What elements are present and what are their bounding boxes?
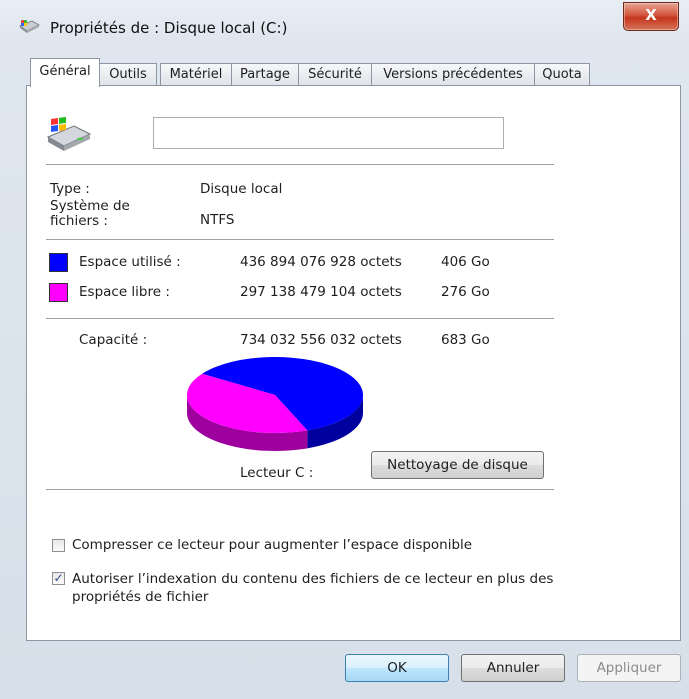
apply-button[interactable]: Appliquer bbox=[577, 654, 681, 682]
type-label: Type : bbox=[50, 181, 90, 197]
separator bbox=[46, 239, 554, 240]
free-space-bytes: 297 138 479 104 octets bbox=[240, 284, 402, 300]
filesystem-value: NTFS bbox=[200, 212, 235, 228]
ok-button[interactable]: OK bbox=[345, 654, 449, 682]
free-space-label: Espace libre : bbox=[79, 284, 170, 300]
used-space-label: Espace utilisé : bbox=[79, 254, 181, 270]
drive-name-input[interactable] bbox=[153, 117, 504, 149]
tab-quota[interactable]: Quota bbox=[534, 63, 590, 85]
indexing-checkbox[interactable]: ✓ bbox=[52, 572, 65, 585]
disk-cleanup-button[interactable]: Nettoyage de disque bbox=[371, 451, 544, 479]
check-mark-icon: ✓ bbox=[53, 571, 64, 585]
tab-partage[interactable]: Partage bbox=[231, 63, 299, 85]
tab-materiel[interactable]: Matériel bbox=[160, 63, 232, 85]
capacity-size: 683 Go bbox=[441, 332, 490, 348]
separator bbox=[46, 164, 554, 165]
drive-letter-label: Lecteur C : bbox=[240, 465, 314, 481]
indexing-label: Autoriser l’indexation du contenu des fi… bbox=[72, 571, 554, 605]
separator bbox=[46, 318, 554, 319]
compress-checkbox[interactable] bbox=[52, 539, 65, 552]
tab-general[interactable]: Général bbox=[30, 58, 100, 87]
free-space-size: 276 Go bbox=[441, 284, 490, 300]
tab-securite[interactable]: Sécurité bbox=[298, 63, 372, 85]
hard-drive-icon bbox=[46, 117, 92, 151]
drive-icon bbox=[19, 20, 40, 33]
used-space-bytes: 436 894 076 928 octets bbox=[240, 254, 402, 270]
capacity-label: Capacité : bbox=[79, 332, 148, 348]
compress-label: Compresser ce lecteur pour augmenter l’e… bbox=[72, 537, 473, 553]
close-button[interactable]: X bbox=[623, 2, 679, 31]
filesystem-label: Système de fichiers : bbox=[50, 198, 130, 229]
type-value: Disque local bbox=[200, 181, 283, 197]
cancel-button[interactable]: Annuler bbox=[461, 654, 565, 682]
tab-versions-precedentes[interactable]: Versions précédentes bbox=[371, 63, 535, 85]
separator bbox=[46, 489, 554, 490]
used-space-size: 406 Go bbox=[441, 254, 490, 270]
window-title: Propriétés de : Disque local (C:) bbox=[50, 19, 288, 37]
capacity-bytes: 734 032 556 032 octets bbox=[240, 332, 402, 348]
free-space-color-swatch bbox=[49, 283, 68, 302]
disk-usage-pie-chart bbox=[187, 357, 363, 451]
used-space-color-swatch bbox=[49, 253, 68, 272]
tab-outils[interactable]: Outils bbox=[99, 63, 157, 85]
